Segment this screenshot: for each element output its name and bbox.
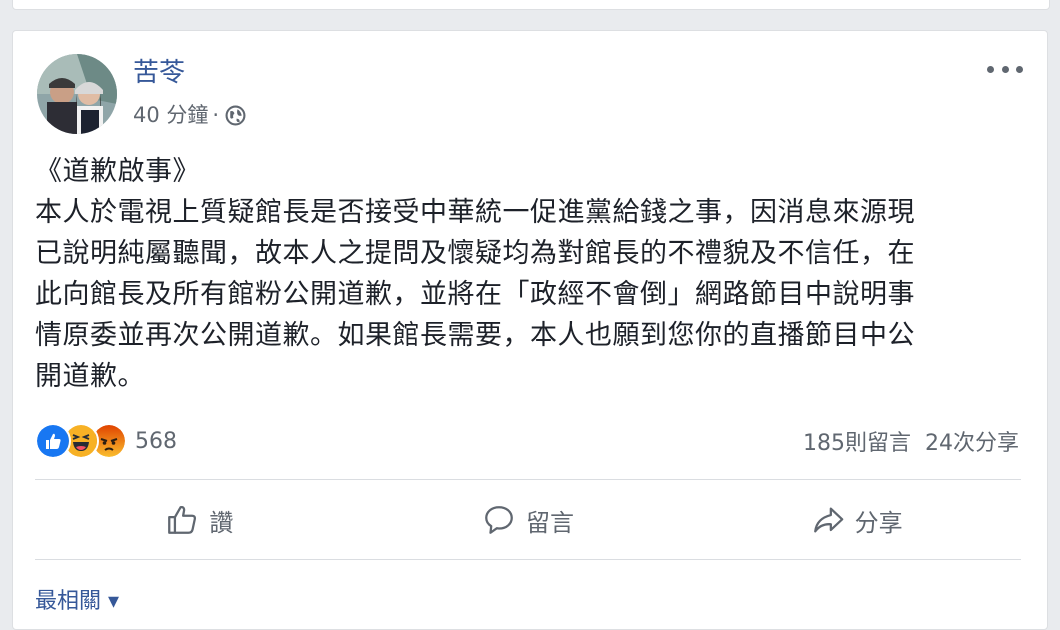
post-text-line: 此向館長及所有館粉公開道歉，並將在「政經不會倒」網路節目中說明事	[35, 279, 915, 310]
more-options-button[interactable]	[987, 57, 1023, 81]
like-label: 讚	[209, 508, 234, 537]
divider	[35, 479, 1021, 480]
meta-separator: ·	[212, 103, 220, 127]
avatar[interactable]	[37, 54, 117, 134]
share-count[interactable]: 24次分享	[925, 425, 1019, 457]
reactions-summary[interactable]: 568	[35, 423, 177, 459]
thumbs-up-icon	[168, 506, 197, 534]
divider	[35, 559, 1021, 560]
post-meta: 40 分鐘 ·	[133, 101, 246, 129]
post-card: 苦苓 40 分鐘 · 《道歉啟事》 本人於電視上質疑館長是否接受中華統一促進黨給…	[12, 30, 1048, 630]
more-dot	[1016, 65, 1023, 73]
comment-button[interactable]: 留言	[364, 483, 693, 557]
comment-icon	[485, 506, 513, 534]
like-button[interactable]: 讚	[35, 483, 364, 557]
more-dot	[987, 65, 994, 73]
more-dot	[1001, 65, 1009, 73]
comment-label: 留言	[526, 508, 574, 537]
share-button[interactable]: 分享	[692, 483, 1021, 557]
post-text-line: 已說明純屬聽聞，故本人之提問及懷疑均為對館長的不禮貌及不信任，在	[35, 238, 915, 269]
like-icon	[35, 423, 71, 459]
action-bar: 讚 留言 分享	[35, 483, 1021, 557]
comment-sort-dropdown[interactable]: 最相關 ▾	[35, 583, 119, 615]
globe-icon[interactable]	[225, 105, 246, 126]
share-icon	[813, 507, 843, 533]
previous-post-card	[12, 0, 1050, 10]
engagement-stats: 185則留言 24次分享	[803, 425, 1019, 457]
share-label: 分享	[854, 508, 903, 537]
post-text: 《道歉啟事》 本人於電視上質疑館長是否接受中華統一促進黨給錢之事，因消息來源現 …	[35, 151, 1035, 397]
post-text-line: 《道歉啟事》	[35, 156, 200, 187]
post-text-line: 開道歉。	[35, 361, 145, 392]
avatar-image	[37, 54, 117, 134]
post-text-line: 情原委並再次公開道歉。如果館長需要，本人也願到您你的直播節目中公	[35, 320, 915, 351]
reaction-count: 568	[135, 428, 177, 454]
comment-count[interactable]: 185則留言	[803, 425, 911, 457]
post-text-line: 本人於電視上質疑館長是否接受中華統一促進黨給錢之事，因消息來源現	[35, 197, 915, 228]
timestamp[interactable]: 40 分鐘	[133, 101, 208, 129]
author-name[interactable]: 苦苓	[133, 57, 185, 89]
